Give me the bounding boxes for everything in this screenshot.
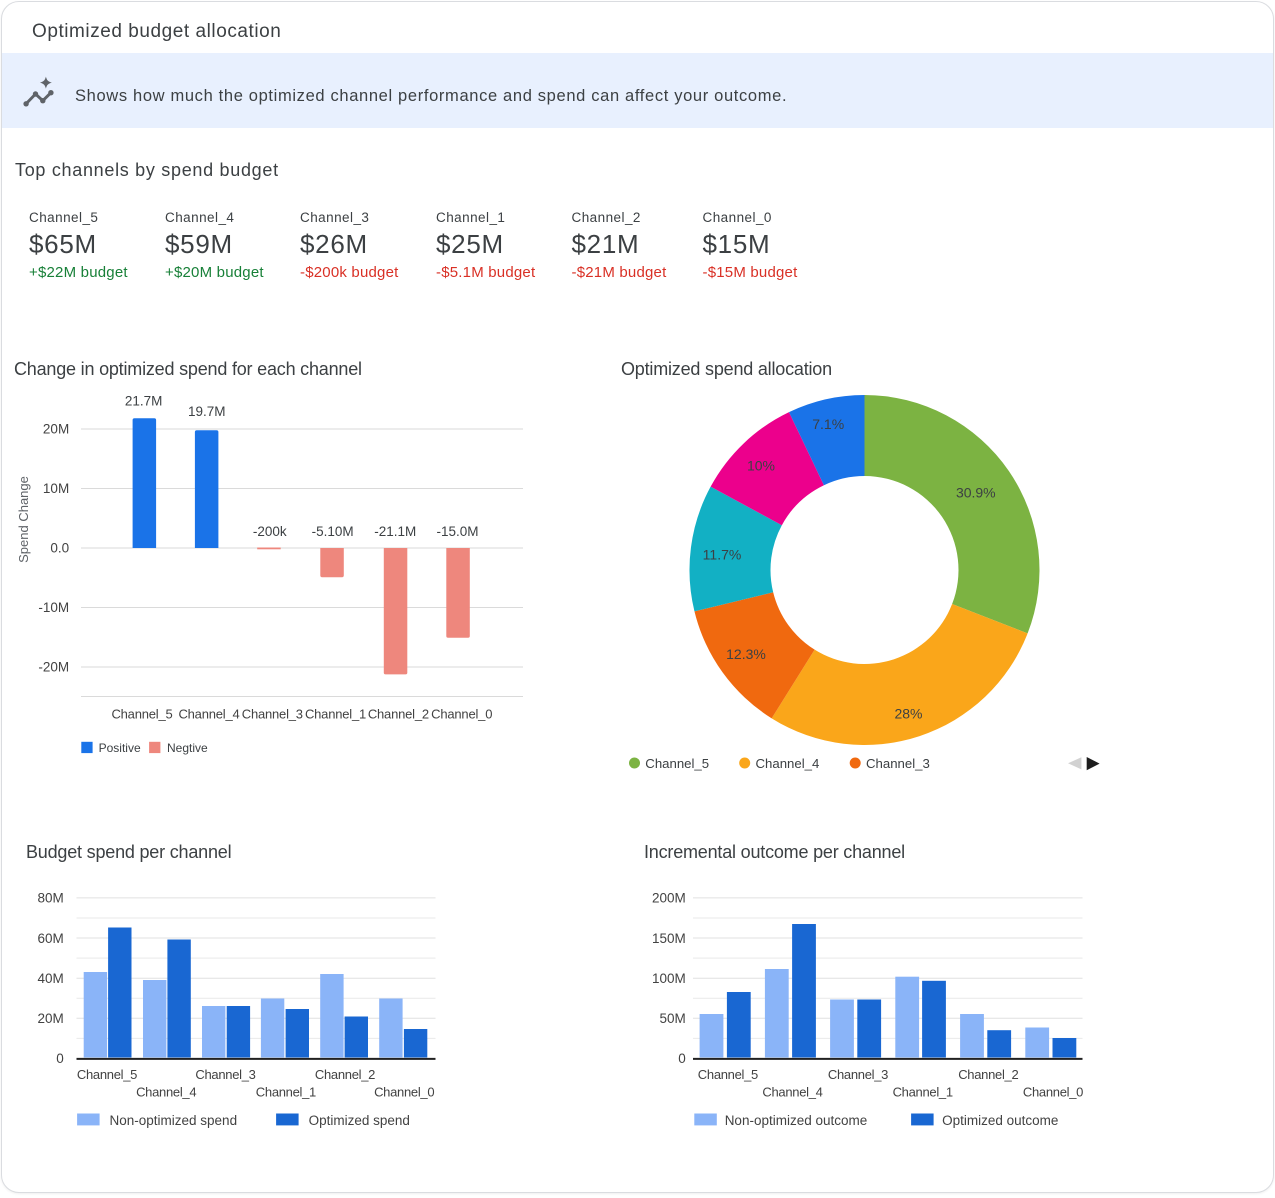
svg-text:Optimized outcome: Optimized outcome (942, 1113, 1058, 1128)
svg-text:Channel_5: Channel_5 (111, 707, 172, 722)
svg-text:80M: 80M (38, 891, 64, 906)
svg-text:Channel_5: Channel_5 (645, 756, 709, 771)
svg-text:Channel_2: Channel_2 (315, 1067, 375, 1082)
svg-text:-21.1M: -21.1M (374, 524, 416, 539)
svg-text:Channel_0: Channel_0 (374, 1084, 434, 1099)
svg-text:Channel_5: Channel_5 (77, 1067, 137, 1082)
svg-text:Negtive: Negtive (167, 741, 208, 755)
svg-text:Channel_4: Channel_4 (136, 1084, 196, 1099)
svg-text:-200k: -200k (253, 524, 287, 539)
svg-text:-5.10M: -5.10M (312, 524, 354, 539)
svg-text:-20M: -20M (38, 660, 69, 675)
svg-text:-15.0M: -15.0M (436, 524, 478, 539)
svg-text:0.0: 0.0 (50, 541, 69, 556)
svg-text:200M: 200M (652, 891, 686, 906)
svg-text:Channel_4: Channel_4 (762, 1084, 822, 1099)
svg-text:Channel_2: Channel_2 (958, 1067, 1018, 1082)
svg-text:150M: 150M (652, 931, 686, 946)
svg-text:Non-optimized outcome: Non-optimized outcome (725, 1113, 868, 1128)
svg-text:12.3%: 12.3% (726, 646, 766, 662)
svg-text:30.9%: 30.9% (956, 485, 996, 501)
svg-text:Non-optimized spend: Non-optimized spend (110, 1113, 238, 1128)
svg-text:Channel_3: Channel_3 (828, 1067, 888, 1082)
svg-text:0: 0 (678, 1051, 686, 1066)
svg-text:7.1%: 7.1% (812, 416, 844, 432)
svg-text:Budget spend per channel: Budget spend per channel (26, 842, 231, 862)
svg-text:Channel_1: Channel_1 (256, 1084, 316, 1099)
svg-text:60M: 60M (38, 931, 64, 946)
svg-text:Channel_3: Channel_3 (195, 1067, 255, 1082)
svg-text:Channel_0: Channel_0 (431, 707, 492, 722)
svg-text:Channel_1: Channel_1 (893, 1084, 953, 1099)
svg-text:11.7%: 11.7% (703, 547, 742, 563)
svg-text:Channel_3: Channel_3 (242, 707, 303, 722)
svg-text:Channel_2: Channel_2 (368, 707, 429, 722)
svg-text:Channel_4: Channel_4 (756, 756, 820, 771)
svg-text:Channel_3: Channel_3 (866, 756, 930, 771)
svg-text:Channel_1: Channel_1 (305, 707, 366, 722)
svg-text:10M: 10M (43, 481, 69, 496)
svg-text:28%: 28% (894, 706, 922, 722)
svg-text:Optimized spend: Optimized spend (309, 1113, 410, 1128)
svg-text:Positive: Positive (99, 741, 141, 755)
svg-text:Spend Change: Spend Change (16, 476, 31, 563)
svg-text:21.7M: 21.7M (125, 393, 163, 408)
svg-text:19.7M: 19.7M (188, 404, 226, 419)
svg-text:Channel_4: Channel_4 (178, 707, 239, 722)
svg-text:10%: 10% (747, 458, 775, 474)
svg-text:50M: 50M (660, 1011, 686, 1026)
svg-text:0: 0 (56, 1051, 64, 1066)
svg-text:Channel_0: Channel_0 (1023, 1084, 1083, 1099)
svg-text:Incremental outcome per channe: Incremental outcome per channel (644, 842, 905, 862)
svg-text:100M: 100M (652, 971, 686, 986)
svg-text:20M: 20M (38, 1011, 64, 1026)
svg-text:Change in optimized spend for: Change in optimized spend for each chann… (14, 359, 362, 379)
svg-text:-10M: -10M (38, 600, 69, 615)
svg-text:Channel_5: Channel_5 (698, 1067, 758, 1082)
svg-text:40M: 40M (38, 971, 64, 986)
svg-text:20M: 20M (43, 422, 69, 437)
svg-text:Optimized spend allocation: Optimized spend allocation (621, 359, 832, 379)
